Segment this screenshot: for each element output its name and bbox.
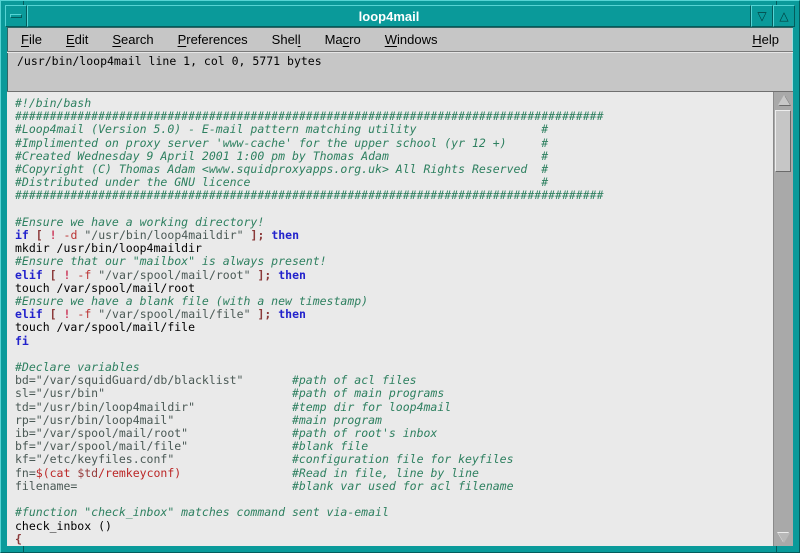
triangle-up-icon: △ xyxy=(779,10,788,22)
titlebar[interactable]: loop4mail ▽ △ xyxy=(5,5,795,27)
frame-corner-handle[interactable] xyxy=(23,546,24,552)
editor: #!/bin/bash ############################… xyxy=(7,91,793,546)
frame-corner-handle[interactable] xyxy=(776,546,777,552)
triangle-down-icon: ▽ xyxy=(757,10,766,22)
menubar: File Edit Search Preferences Shell Macro Windo… xyxy=(7,27,793,49)
arrow-down-icon xyxy=(778,533,790,543)
menu-item-file[interactable]: File xyxy=(21,32,42,47)
client-area: File Edit Search Preferences Shell Macro Windo… xyxy=(7,27,793,546)
menubar-items: File Edit Search Preferences Shell Macro Windo… xyxy=(21,32,437,47)
window-title: loop4mail xyxy=(27,5,751,27)
scroll-up-button[interactable] xyxy=(774,92,793,108)
status-text: /usr/bin/loop4mail line 1, col 0, 5771 b… xyxy=(17,54,322,68)
scrollbar-thumb[interactable] xyxy=(775,110,791,172)
menu-item-macro[interactable]: Macro xyxy=(325,32,361,47)
shade-button[interactable]: ▽ xyxy=(751,5,773,27)
statusbar: /usr/bin/loop4mail line 1, col 0, 5771 b… xyxy=(7,52,793,71)
menu-item-edit[interactable]: Edit xyxy=(66,32,88,47)
menu-item-preferences[interactable]: Preferences xyxy=(178,32,248,47)
app-window: loop4mail ▽ △ File Edit Search Preferences S… xyxy=(0,0,800,553)
scroll-down-button[interactable] xyxy=(774,530,793,546)
menu-item-help[interactable]: Help xyxy=(752,32,779,47)
menu-item-windows[interactable]: Windows xyxy=(385,32,438,47)
window-menu-button[interactable] xyxy=(5,5,27,27)
scrollbar[interactable] xyxy=(773,92,793,546)
menu-item-search[interactable]: Search xyxy=(112,32,153,47)
maximize-button[interactable]: △ xyxy=(773,5,795,27)
dash-icon xyxy=(10,14,22,18)
arrow-up-icon xyxy=(778,95,790,105)
code-area[interactable]: #!/bin/bash ############################… xyxy=(7,92,773,546)
menu-item-shell[interactable]: Shell xyxy=(272,32,301,47)
